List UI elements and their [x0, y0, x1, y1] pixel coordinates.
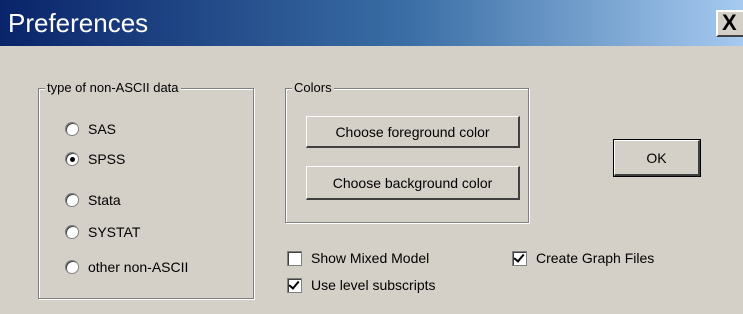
- create-graph-files-checkbox[interactable]: Create Graph Files: [512, 248, 654, 268]
- radio-other-label: other non-ASCII: [88, 259, 189, 275]
- colors-group-label: Colors: [292, 80, 334, 96]
- colors-group: Colors: [285, 80, 529, 223]
- create-graph-files-label: Create Graph Files: [536, 250, 655, 266]
- title-bar: Preferences X: [0, 0, 743, 46]
- window-title: Preferences: [8, 8, 149, 38]
- radio-stata-label: Stata: [88, 192, 121, 208]
- radio-stata[interactable]: Stata: [65, 190, 121, 210]
- radio-spss-label: SPSS: [88, 151, 126, 167]
- radio-systat-label: SYSTAT: [88, 224, 141, 240]
- checkbox-box[interactable]: [287, 250, 302, 266]
- radio-sas[interactable]: SAS: [65, 119, 116, 139]
- data-type-group-label: type of non-ASCII data: [45, 80, 181, 96]
- radio-systat[interactable]: SYSTAT: [65, 222, 140, 242]
- close-icon: X: [722, 10, 737, 35]
- checkbox-box[interactable]: [512, 250, 527, 266]
- use-level-subscripts-checkbox[interactable]: Use level subscripts: [287, 275, 436, 295]
- show-mixed-model-checkbox[interactable]: Show Mixed Model: [287, 248, 429, 268]
- data-type-group: type of non-ASCII data SAS SPSS Stata SY…: [38, 80, 254, 299]
- radio-sas-label: SAS: [88, 121, 117, 137]
- radio-button[interactable]: [65, 193, 79, 207]
- checkbox-box[interactable]: [287, 277, 302, 293]
- radio-spss[interactable]: SPSS: [65, 149, 125, 169]
- choose-foreground-color-button[interactable]: Choose foreground color: [306, 116, 520, 148]
- show-mixed-model-label: Show Mixed Model: [311, 250, 430, 266]
- radio-other[interactable]: other non-ASCII: [65, 257, 188, 277]
- radio-button[interactable]: [65, 152, 79, 166]
- use-level-subscripts-label: Use level subscripts: [311, 277, 436, 293]
- close-button[interactable]: X: [716, 10, 743, 37]
- radio-button[interactable]: [65, 122, 79, 136]
- radio-button[interactable]: [65, 260, 79, 274]
- ok-button[interactable]: OK: [613, 139, 701, 177]
- radio-button[interactable]: [65, 225, 79, 239]
- choose-background-color-button[interactable]: Choose background color: [306, 166, 520, 200]
